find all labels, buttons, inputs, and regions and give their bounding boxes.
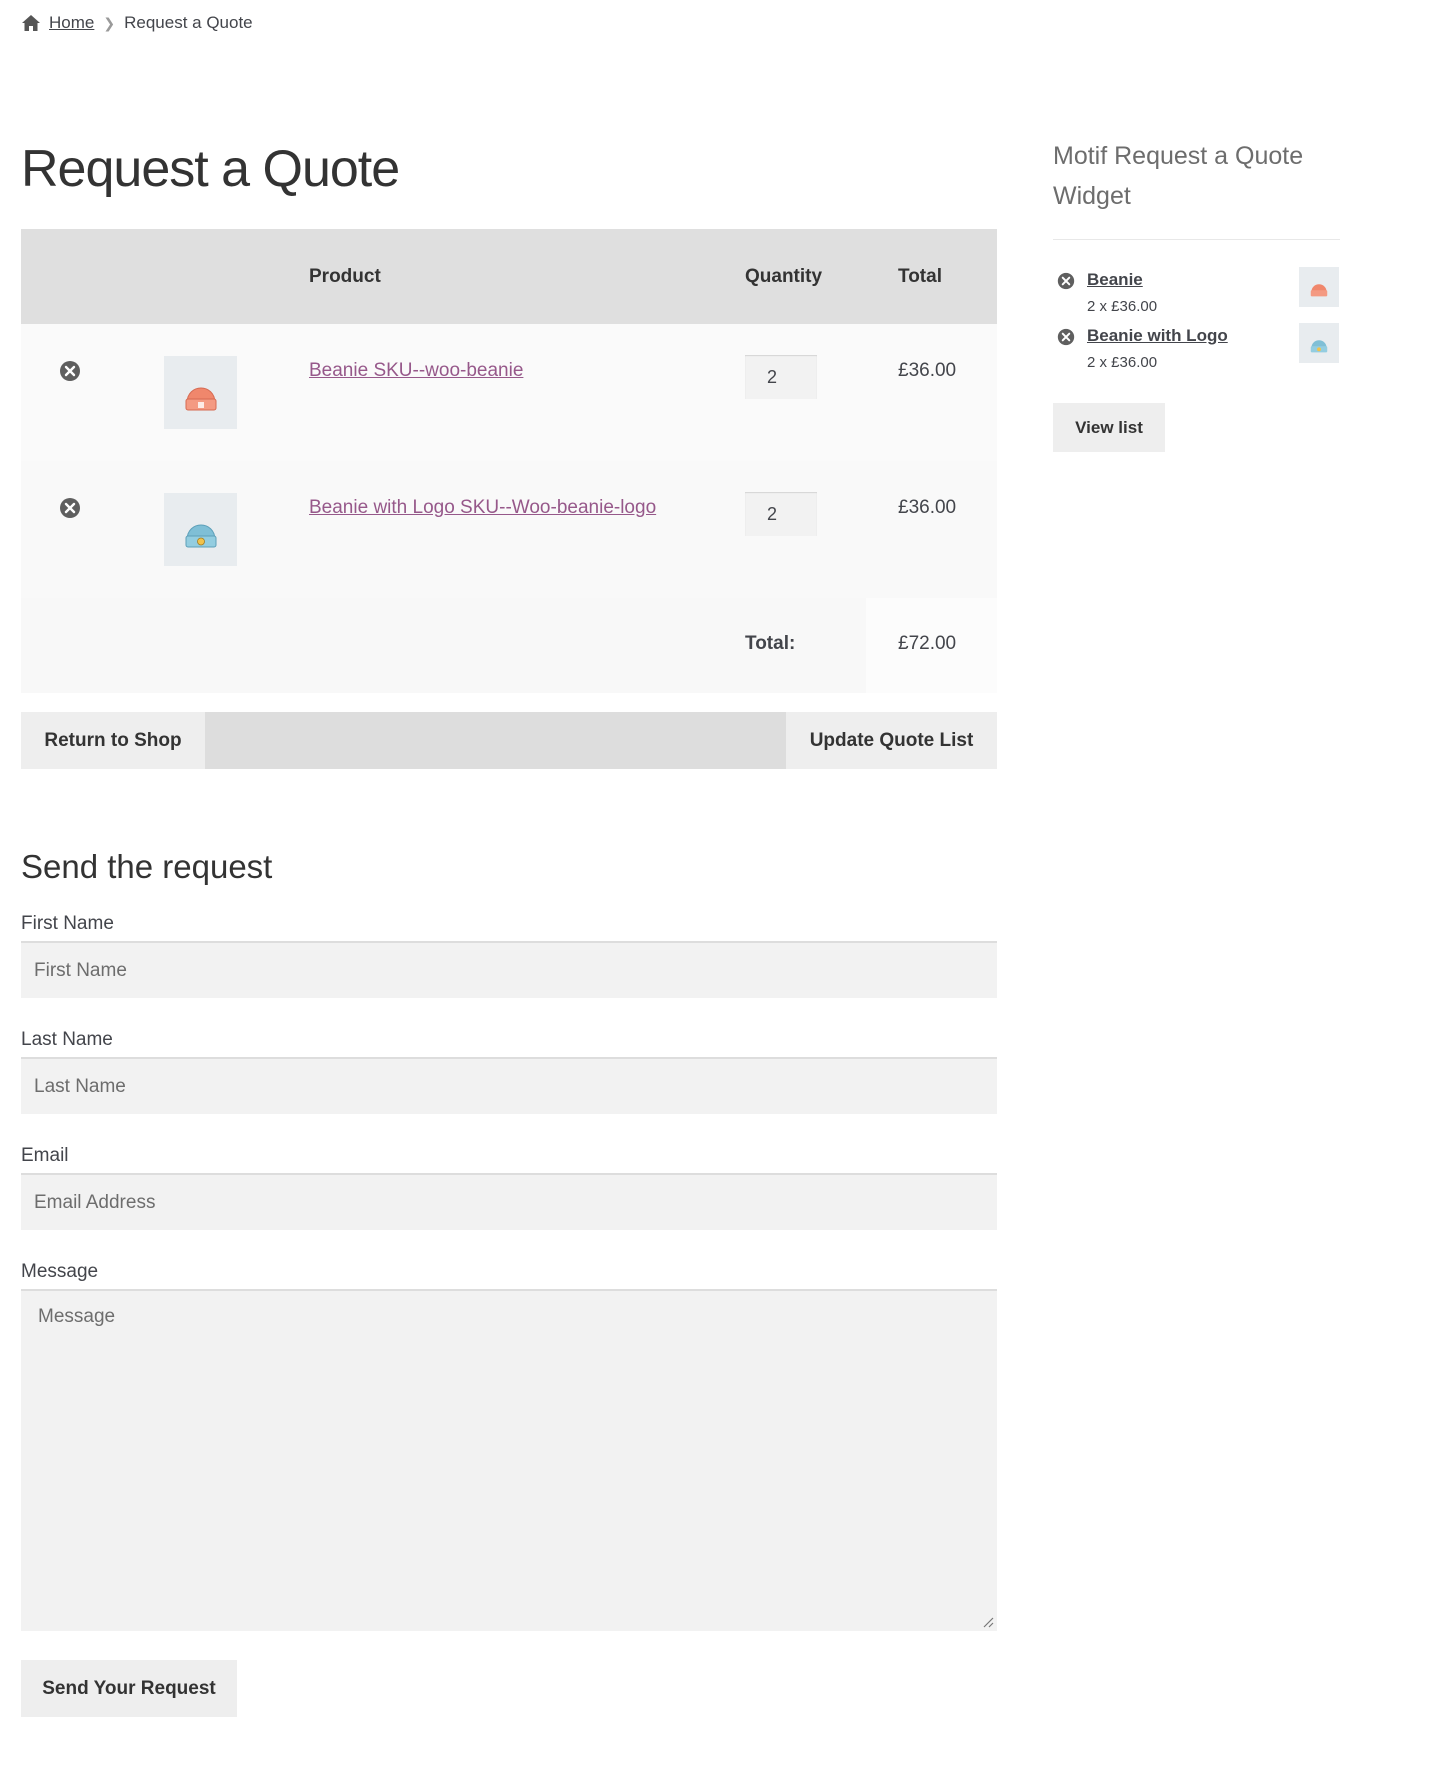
message-placeholder: Message — [38, 1306, 116, 1327]
breadcrumb-current: Request a Quote — [124, 13, 253, 32]
widget-remove-icon[interactable] — [1057, 328, 1075, 346]
widget-list-item: Beanie with Logo 2 x £36.00 — [1057, 323, 1340, 373]
quote-actions-bar: Return to Shop Update Quote List — [21, 712, 997, 769]
line-total: £36.00 — [898, 360, 957, 381]
widget-list-item: Beanie 2 x £36.00 — [1057, 267, 1340, 317]
update-quote-list-button[interactable]: Update Quote List — [786, 712, 997, 769]
column-header-product: Product — [309, 265, 381, 287]
send-request-button[interactable]: Send Your Request — [21, 1660, 237, 1717]
quantity-input[interactable]: 2 — [745, 355, 817, 399]
resize-handle-icon[interactable] — [982, 1616, 994, 1628]
quantity-input[interactable]: 2 — [745, 492, 817, 536]
first-name-field[interactable]: First Name — [21, 941, 997, 998]
email-label: Email — [21, 1145, 69, 1166]
product-link[interactable]: Beanie SKU--woo-beanie — [309, 360, 523, 382]
form-heading: Send the request — [21, 848, 273, 885]
page-title: Request a Quote — [21, 140, 400, 198]
total-row: Total: £72.00 — [21, 598, 997, 693]
product-thumbnail[interactable] — [164, 356, 237, 429]
beanie-orange-icon — [185, 387, 216, 410]
widget-item-link[interactable]: Beanie — [1087, 270, 1143, 290]
widget-title: Motif Request a Quote Widget — [1053, 142, 1304, 210]
widget-item-meta: 2 x £36.00 — [1087, 354, 1158, 371]
message-label: Message — [21, 1261, 99, 1282]
widget-item-link[interactable]: Beanie with Logo — [1087, 326, 1228, 346]
product-thumbnail[interactable] — [164, 493, 237, 566]
last-name-label: Last Name — [21, 1029, 113, 1050]
widget-remove-icon[interactable] — [1057, 272, 1075, 290]
message-textarea[interactable]: Message — [21, 1289, 997, 1631]
column-header-quantity: Quantity — [745, 265, 823, 287]
return-to-shop-button[interactable]: Return to Shop — [21, 712, 205, 769]
column-header-total: Total — [898, 265, 942, 287]
remove-item-icon[interactable] — [59, 497, 81, 519]
home-icon[interactable] — [21, 14, 41, 32]
widget-item-thumbnail[interactable] — [1299, 267, 1339, 307]
first-name-label: First Name — [21, 913, 114, 934]
widget-item-thumbnail[interactable] — [1299, 323, 1339, 363]
table-header: Product Quantity Total — [21, 229, 997, 324]
remove-item-icon[interactable] — [59, 360, 81, 382]
total-label: Total: — [745, 633, 796, 654]
email-field[interactable]: Email Address — [21, 1173, 997, 1230]
product-link[interactable]: Beanie with Logo SKU--Woo-beanie-logo — [309, 497, 656, 519]
breadcrumb-separator-icon: ❯ — [103, 14, 116, 31]
beanie-blue-logo-icon — [1310, 340, 1328, 353]
beanie-orange-icon — [1310, 284, 1328, 297]
widget-divider — [1053, 239, 1340, 240]
table-row: Beanie with Logo SKU--Woo-beanie-logo 2 … — [21, 461, 997, 598]
breadcrumb: Home ❯ Request a Quote — [21, 10, 253, 36]
line-total: £36.00 — [898, 497, 957, 518]
table-row: Beanie SKU--woo-beanie 2 £36.00 — [21, 324, 997, 461]
widget-item-meta: 2 x £36.00 — [1087, 298, 1158, 315]
quote-table: Product Quantity Total Beanie SKU--woo-b… — [21, 229, 997, 693]
beanie-blue-logo-icon — [185, 524, 216, 547]
total-value: £72.00 — [898, 633, 957, 654]
breadcrumb-home-link[interactable]: Home — [49, 13, 94, 33]
view-list-button[interactable]: View list — [1053, 403, 1165, 452]
last-name-field[interactable]: Last Name — [21, 1057, 997, 1114]
